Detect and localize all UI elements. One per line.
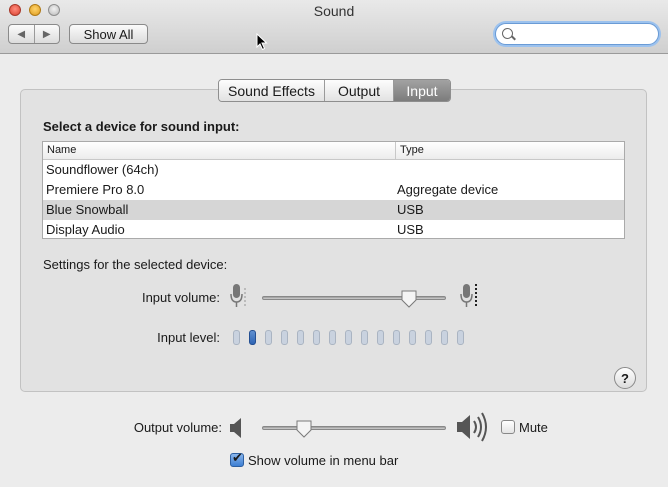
level-segment — [297, 330, 304, 345]
speaker-low-icon — [230, 418, 241, 438]
table-row[interactable]: Blue Snowball USB — [43, 200, 624, 220]
column-header-type[interactable]: Type — [396, 142, 424, 159]
search-field[interactable] — [495, 23, 659, 45]
level-segment — [377, 330, 384, 345]
speaker-high-icon — [457, 412, 487, 442]
mouse-cursor-icon — [256, 33, 268, 51]
search-icon — [502, 28, 513, 39]
output-volume-label: Output volume: — [133, 420, 222, 435]
input-panel — [20, 89, 647, 392]
forward-arrow-icon[interactable]: ▶ — [35, 25, 60, 43]
mute-label: Mute — [519, 420, 548, 435]
settings-label: Settings for the selected device: — [43, 257, 228, 272]
input-volume-slider[interactable] — [401, 290, 417, 308]
show-volume-checkbox[interactable]: ✔ — [230, 451, 244, 467]
back-arrow-icon[interactable]: ◀ — [9, 25, 35, 43]
tab-bar: Sound Effects Output Input — [218, 79, 451, 102]
show-volume-label: Show volume in menu bar — [248, 453, 399, 468]
level-segment — [329, 330, 336, 345]
microphone-low-icon — [230, 284, 246, 308]
back-forward-control: ◀ ▶ — [8, 24, 60, 44]
device-type: Aggregate device — [397, 182, 499, 197]
device-type: USB — [397, 202, 424, 217]
device-type — [394, 160, 397, 180]
level-segment — [313, 330, 320, 345]
level-segment — [265, 330, 272, 345]
device-name: Soundflower (64ch) — [46, 162, 159, 177]
output-volume-track — [262, 426, 446, 430]
table-row[interactable]: Premiere Pro 8.0 Aggregate device — [43, 180, 624, 200]
device-name: Premiere Pro 8.0 — [46, 182, 145, 197]
checkmark-icon: ✔ — [232, 451, 243, 466]
level-segment — [345, 330, 352, 345]
device-type: USB — [397, 222, 424, 237]
output-volume-slider[interactable] — [296, 420, 312, 438]
show-all-button[interactable]: Show All — [69, 24, 148, 44]
title-bar: Sound ◀ ▶ Show All — [0, 0, 668, 54]
help-button[interactable]: ? — [614, 367, 636, 389]
input-device-table: Name Type Soundflower (64ch) Premiere Pr… — [42, 141, 625, 239]
table-header: Name Type — [43, 142, 624, 160]
device-name: Display Audio — [46, 222, 125, 237]
table-row[interactable]: Display Audio USB — [43, 220, 624, 240]
microphone-high-icon — [460, 284, 477, 308]
input-level-meter — [233, 330, 464, 345]
level-segment — [249, 330, 256, 345]
device-section-label: Select a device for sound input: — [43, 119, 240, 134]
level-segment — [425, 330, 432, 345]
input-volume-label: Input volume: — [141, 290, 220, 305]
level-segment — [457, 330, 464, 345]
device-name: Blue Snowball — [46, 202, 129, 217]
input-volume-track — [262, 296, 446, 300]
level-segment — [361, 330, 368, 345]
tab-output[interactable]: Output — [325, 80, 394, 101]
input-level-label: Input level: — [157, 330, 220, 345]
window-title: Sound — [313, 3, 355, 19]
tab-input[interactable]: Input — [394, 80, 450, 101]
table-row[interactable]: Soundflower (64ch) — [43, 160, 624, 180]
mute-checkbox[interactable] — [501, 420, 515, 434]
level-segment — [281, 330, 288, 345]
level-segment — [233, 330, 240, 345]
level-segment — [441, 330, 448, 345]
level-segment — [393, 330, 400, 345]
level-segment — [409, 330, 416, 345]
tab-sound-effects[interactable]: Sound Effects — [219, 80, 325, 101]
column-header-name[interactable]: Name — [43, 142, 396, 159]
